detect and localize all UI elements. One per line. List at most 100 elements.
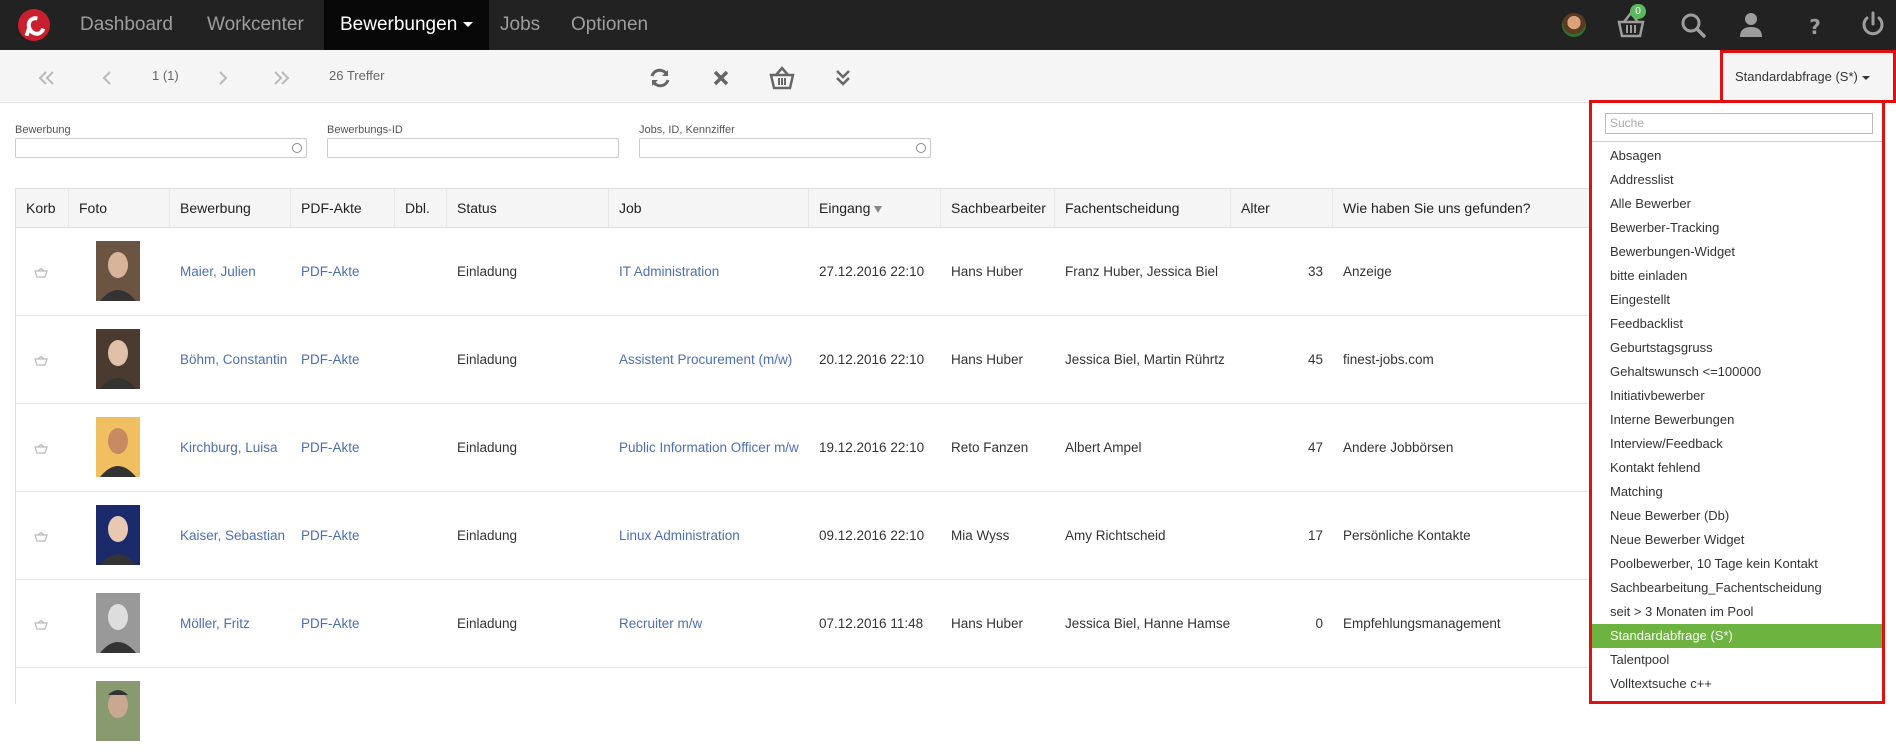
- basket-icon[interactable]: [34, 532, 48, 542]
- filter-label-bewerbung: Bewerbung: [15, 124, 71, 136]
- col-sachbearbeiter[interactable]: Sachbearbeiter: [941, 189, 1055, 227]
- dropdown-item[interactable]: Kontakt fehlend: [1592, 456, 1882, 480]
- dropdown-item[interactable]: Gehaltswunsch <=100000: [1592, 360, 1882, 384]
- job-link[interactable]: Linux Administration: [609, 492, 809, 580]
- pdf-akte-link[interactable]: PDF-Akte: [291, 492, 395, 580]
- applicant-photo: [96, 241, 140, 301]
- col-fachentscheidung[interactable]: Fachentscheidung: [1055, 189, 1231, 227]
- dropdown-item[interactable]: Neue Bewerber (Db): [1592, 504, 1882, 528]
- table-row[interactable]: Maier, Julien PDF-Akte Einladung IT Admi…: [16, 228, 1596, 316]
- basket-icon[interactable]: [34, 356, 48, 366]
- dropdown-item[interactable]: Poolbewerber, 10 Tage kein Kontakt: [1592, 552, 1882, 576]
- app-logo[interactable]: [18, 9, 50, 41]
- prev-page-icon[interactable]: [94, 66, 122, 90]
- basket-add-icon[interactable]: [768, 66, 796, 90]
- col-eingang-label: Eingang: [819, 200, 871, 216]
- col-alter[interactable]: Alter: [1231, 189, 1333, 227]
- quelle-cell: Anzeige: [1343, 264, 1392, 279]
- filter-bewerbungs-id-input[interactable]: [327, 138, 619, 158]
- applicant-name-link[interactable]: Maier, Julien: [170, 228, 291, 316]
- job-link[interactable]: Recruiter m/w: [609, 580, 809, 668]
- pdf-akte-link[interactable]: PDF-Akte: [291, 316, 395, 404]
- table-row[interactable]: Kaiser, Sebastian PDF-Akte Einladung Lin…: [16, 492, 1596, 580]
- job-link[interactable]: IT Administration: [609, 228, 809, 316]
- dropdown-item[interactable]: Standardabfrage (S*): [1592, 624, 1882, 648]
- applications-table: Korb Foto Bewerbung PDF-Akte Dbl. Status…: [15, 188, 1596, 741]
- applicant-name-link[interactable]: Kirchburg, Luisa: [170, 404, 291, 492]
- pdf-akte-link[interactable]: PDF-Akte: [291, 580, 395, 668]
- nav-dashboard[interactable]: Dashboard: [64, 0, 189, 50]
- col-quelle[interactable]: Wie haben Sie uns gefunden?: [1333, 189, 1596, 227]
- filter-bewerbung-input[interactable]: [15, 138, 307, 158]
- dropdown-item[interactable]: Bewerbungen-Widget: [1592, 240, 1882, 264]
- pdf-akte-link[interactable]: PDF-Akte: [291, 228, 395, 316]
- dropdown-item[interactable]: Alle Bewerber: [1592, 192, 1882, 216]
- dropdown-item[interactable]: Geburtstagsgruss: [1592, 336, 1882, 360]
- col-foto[interactable]: Foto: [69, 189, 170, 227]
- dropdown-item[interactable]: Volltextsuche c++: [1592, 672, 1882, 696]
- fachentscheidung-cell: Jessica Biel, Hanne Hamsel: [1065, 616, 1231, 631]
- dropdown-item[interactable]: Neue Bewerber Widget: [1592, 528, 1882, 552]
- job-link[interactable]: Assistent Procurement (m/w): [609, 316, 809, 404]
- dropdown-item[interactable]: Matching: [1592, 480, 1882, 504]
- eingang-cell: 19.12.2016 22:10: [819, 440, 925, 455]
- pdf-akte-link[interactable]: PDF-Akte: [291, 404, 395, 492]
- col-bewerbung[interactable]: Bewerbung: [170, 189, 291, 227]
- dropdown-search-input[interactable]: Suche: [1605, 113, 1873, 134]
- chevron-down-icon: [463, 22, 474, 28]
- nav-bewerbungen-label: Bewerbungen: [340, 14, 458, 35]
- power-icon[interactable]: [1853, 0, 1893, 50]
- applicant-photo: [96, 681, 140, 741]
- col-job[interactable]: Job: [609, 189, 809, 227]
- table-row[interactable]: Kirchburg, Luisa PDF-Akte Einladung Publ…: [16, 404, 1596, 492]
- dropdown-item[interactable]: Eingestellt: [1592, 288, 1882, 312]
- first-page-icon[interactable]: [32, 66, 60, 90]
- job-link[interactable]: Public Information Officer m/w: [609, 404, 809, 492]
- fachentscheidung-cell: Jessica Biel, Martin Rührtz: [1065, 352, 1225, 367]
- table-row[interactable]: Möller, Fritz PDF-Akte Einladung Recruit…: [16, 580, 1596, 668]
- saved-query-button[interactable]: Standardabfrage (S*): [1720, 50, 1896, 103]
- applicant-name-link[interactable]: Möller, Fritz: [170, 580, 291, 668]
- basket-icon[interactable]: [34, 268, 48, 278]
- status-cell: Einladung: [457, 528, 518, 543]
- dropdown-item[interactable]: Initiativbewerber: [1592, 384, 1882, 408]
- search-icon[interactable]: [1673, 0, 1713, 50]
- last-page-icon[interactable]: [268, 66, 296, 90]
- table-row[interactable]: Böhm, Constantin PDF-Akte Einladung Assi…: [16, 316, 1596, 404]
- basket-icon[interactable]: [34, 444, 48, 454]
- next-page-icon[interactable]: [208, 66, 236, 90]
- dropdown-item[interactable]: Addresslist: [1592, 168, 1882, 192]
- table-row[interactable]: [16, 668, 1596, 756]
- user-avatar[interactable]: [1562, 13, 1586, 37]
- eingang-cell: 07.12.2016 11:48: [819, 616, 924, 631]
- col-eingang[interactable]: Eingang: [809, 189, 941, 227]
- dropdown-item[interactable]: Absagen: [1592, 144, 1882, 168]
- col-status[interactable]: Status: [447, 189, 609, 227]
- expand-more-icon[interactable]: [829, 66, 857, 90]
- svg-text:?: ?: [1809, 15, 1821, 39]
- dropdown-item[interactable]: Interne Bewerbungen: [1592, 408, 1882, 432]
- nav-workcenter[interactable]: Workcenter: [191, 0, 320, 50]
- help-icon[interactable]: ?: [1795, 0, 1835, 50]
- nav-jobs[interactable]: Jobs: [484, 0, 556, 50]
- dropdown-item[interactable]: Feedbacklist: [1592, 312, 1882, 336]
- dropdown-item[interactable]: Talentpool: [1592, 648, 1882, 672]
- filter-jobs-input[interactable]: [639, 138, 931, 158]
- col-pdf-akte[interactable]: PDF-Akte: [291, 189, 395, 227]
- basket-icon[interactable]: [34, 620, 48, 630]
- refresh-icon[interactable]: [646, 66, 674, 90]
- dropdown-item[interactable]: Bewerber-Tracking: [1592, 216, 1882, 240]
- applicant-photo: [96, 417, 140, 477]
- dropdown-item[interactable]: bitte einladen: [1592, 264, 1882, 288]
- applicant-name-link[interactable]: Böhm, Constantin: [170, 316, 291, 404]
- user-icon[interactable]: [1731, 0, 1771, 50]
- dropdown-item[interactable]: Interview/Feedback: [1592, 432, 1882, 456]
- dropdown-item[interactable]: seit > 3 Monaten im Pool: [1592, 600, 1882, 624]
- clear-filter-icon[interactable]: [707, 66, 735, 90]
- dropdown-item[interactable]: Sachbearbeitung_Fachentscheidung: [1592, 576, 1882, 600]
- nav-bewerbungen[interactable]: Bewerbungen: [324, 0, 490, 50]
- col-korb[interactable]: Korb: [16, 189, 69, 227]
- nav-optionen[interactable]: Optionen: [555, 0, 664, 50]
- col-dbl[interactable]: Dbl.: [395, 189, 447, 227]
- applicant-name-link[interactable]: Kaiser, Sebastian: [170, 492, 291, 580]
